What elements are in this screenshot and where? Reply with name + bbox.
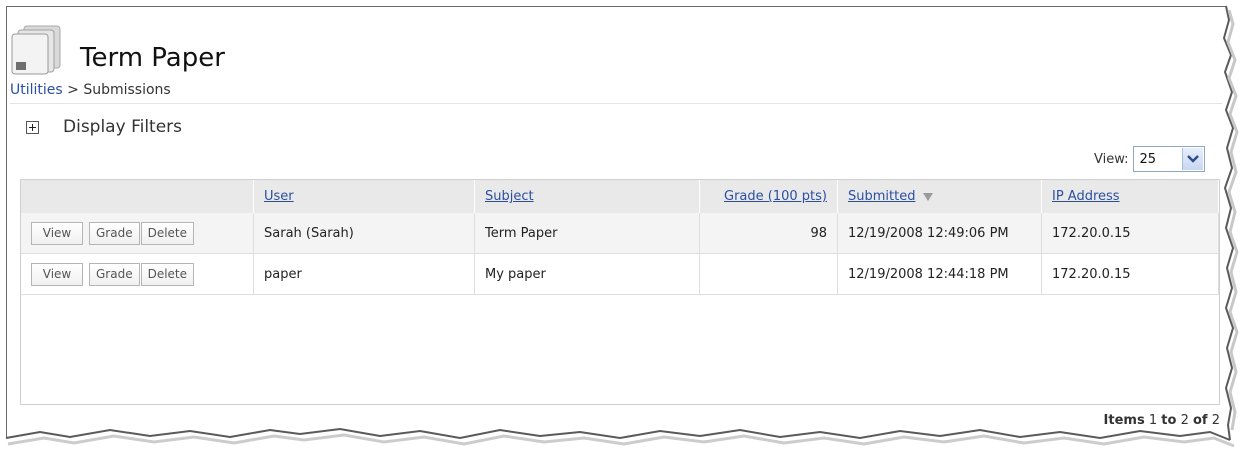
view-page-size: View: 25	[1094, 146, 1205, 172]
page-size-select[interactable]: 25	[1132, 146, 1205, 172]
col-header-submitted[interactable]: Submitted	[837, 180, 1042, 213]
grade-button[interactable]: Grade	[89, 262, 140, 286]
cell-user: paper	[253, 253, 475, 295]
view-label: View:	[1094, 151, 1129, 167]
pager-summary: Items 1 to 2 of 2	[1000, 413, 1220, 428]
breadcrumb-current: Submissions	[83, 82, 171, 98]
table-row: View Grade Delete Sarah (Sarah) Term Paper…	[21, 213, 1219, 254]
header-divider	[10, 103, 1222, 104]
submissions-grid: User Subject Grade (100 pts) Submitted I…	[20, 179, 1220, 405]
breadcrumb-link-utilities[interactable]: Utilities	[10, 82, 63, 98]
sort-descending-icon	[923, 192, 934, 201]
sort-link-subject[interactable]: Subject	[485, 189, 534, 204]
sort-link-ip-address[interactable]: IP Address	[1052, 189, 1120, 204]
col-header-user[interactable]: User	[253, 180, 475, 213]
breadcrumb: Utilities > Submissions	[10, 80, 171, 100]
row-actions: View Grade Delete	[21, 213, 254, 254]
col-header-grade[interactable]: Grade (100 pts)	[699, 180, 838, 213]
pager-total: 2	[1211, 413, 1220, 428]
view-button[interactable]: View	[31, 221, 83, 245]
display-filters-toggle[interactable]: Display Filters	[26, 115, 182, 139]
col-header-ip[interactable]: IP Address	[1041, 180, 1219, 213]
table-header-row: User Subject Grade (100 pts) Submitted I…	[21, 180, 1219, 213]
table-row: View Grade Delete paper My paper 12/19/200…	[21, 253, 1219, 295]
cell-grade: 98	[699, 213, 838, 254]
page-title: Term Paper	[80, 43, 225, 73]
chevron-down-icon[interactable]	[1181, 148, 1203, 170]
expand-plus-icon[interactable]	[26, 120, 39, 134]
cell-ip-address: 172.20.0.15	[1041, 253, 1219, 295]
grade-button[interactable]: Grade	[89, 221, 140, 245]
cell-subject: My paper	[474, 253, 700, 295]
delete-button[interactable]: Delete	[140, 262, 195, 286]
pager-from: 1	[1148, 413, 1158, 428]
pager-to-word: to	[1161, 413, 1177, 428]
sort-link-grade[interactable]: Grade (100 pts)	[724, 189, 827, 204]
view-button[interactable]: View	[31, 262, 83, 286]
cell-grade	[699, 253, 838, 295]
sort-link-submitted[interactable]: Submitted	[848, 189, 915, 204]
col-header-actions	[21, 180, 254, 213]
page-size-value: 25	[1139, 151, 1157, 167]
submissions-table: User Subject Grade (100 pts) Submitted I…	[21, 180, 1219, 295]
cell-submitted: 12/19/2008 12:49:06 PM	[837, 213, 1042, 254]
sort-link-user[interactable]: User	[264, 189, 294, 204]
breadcrumb-separator: >	[67, 82, 79, 98]
pager-items-word: Items	[1103, 413, 1145, 428]
cell-subject: Term Paper	[474, 213, 700, 254]
pager-of-word: of	[1192, 413, 1208, 428]
display-filters-label[interactable]: Display Filters	[63, 115, 182, 139]
page-stack-icon	[11, 25, 61, 75]
pager-to: 2	[1180, 413, 1189, 428]
row-actions: View Grade Delete	[21, 253, 254, 295]
cell-user: Sarah (Sarah)	[253, 213, 475, 254]
col-header-subject[interactable]: Subject	[474, 180, 700, 213]
cell-ip-address: 172.20.0.15	[1041, 213, 1219, 254]
delete-button[interactable]: Delete	[140, 221, 195, 245]
cell-submitted: 12/19/2008 12:44:18 PM	[837, 253, 1042, 295]
